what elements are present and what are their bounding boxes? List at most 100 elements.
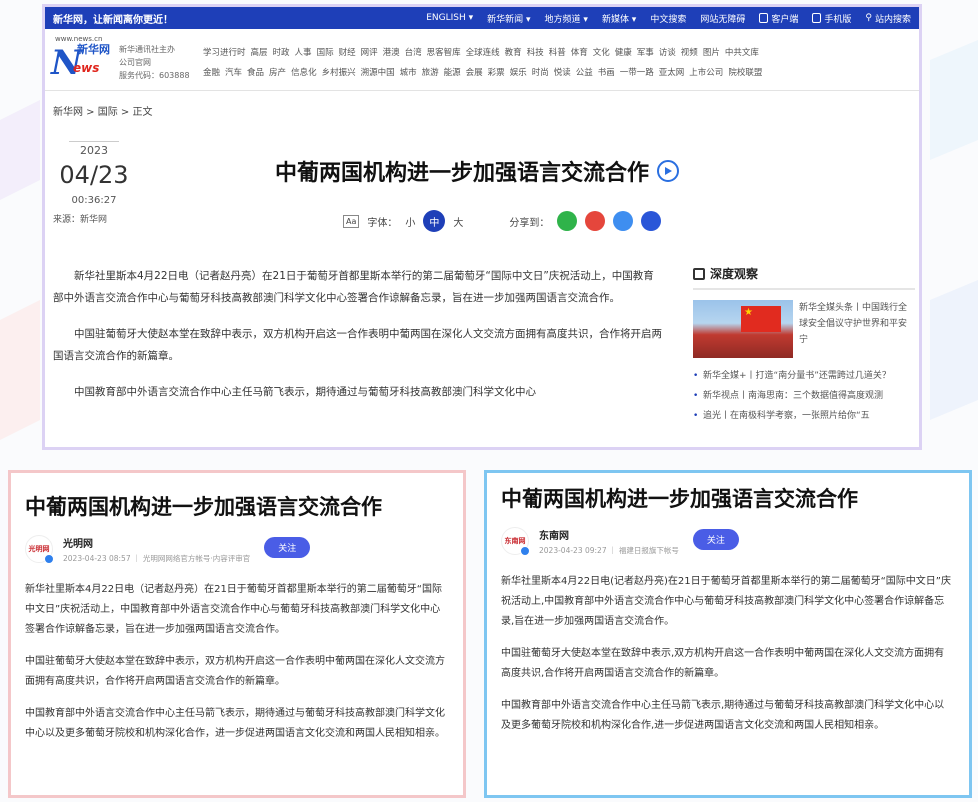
nav-local[interactable]: 地方频道 ▾ — [545, 12, 588, 25]
channel-link[interactable]: 一带一路 — [620, 63, 654, 83]
verified-icon — [520, 546, 530, 556]
channel-link[interactable]: 图片 — [703, 43, 720, 63]
channel-link[interactable]: 军事 — [637, 43, 654, 63]
font-medium-button[interactable]: 中 — [423, 210, 446, 232]
channel-link[interactable]: 上市公司 — [689, 63, 723, 83]
play-audio-icon[interactable] — [657, 160, 680, 182]
publish-date: 2023 04/23 00:36:27 来源：新华网 — [53, 141, 135, 225]
article-body: 新华社里斯本4月22日电（记者赵丹亮）在21日于葡萄牙首都里斯本举行的第二届葡萄… — [11, 564, 463, 744]
channel-link[interactable]: 时政 — [273, 43, 290, 63]
sidebar-link[interactable]: 新华视点丨南海思南：三个数据值得高度观测 — [693, 388, 915, 404]
publish-year: 2023 — [69, 141, 119, 157]
wechat-icon[interactable] — [557, 211, 578, 231]
publish-month-day: 04/23 — [59, 161, 129, 189]
channel-link[interactable]: 人事 — [295, 43, 312, 63]
article-title: 中葡两国机构进一步加强语言交流合作 — [275, 155, 680, 187]
deep-observation-sidebar: 深度观察 新华全媒头条丨中国践行全球安全倡议守护世界和平安宁 新华全媒+丨打造“… — [693, 265, 915, 428]
nav-mobile[interactable]: 手机版 — [812, 12, 851, 25]
channel-link[interactable]: 公益 — [576, 63, 593, 83]
font-large-button[interactable]: 大 — [453, 214, 463, 229]
channel-link[interactable]: 乡村振兴 — [322, 63, 356, 83]
xinhua-logo[interactable]: www.news.cn N 新华网 ews — [51, 35, 113, 85]
channel-link[interactable]: 健康 — [615, 43, 632, 63]
channel-link[interactable]: 文化 — [593, 43, 610, 63]
article-paragraph: 中国教育部中外语言交流合作中心主任马箭飞表示，期待通过与葡萄牙科技高教部澳门科学… — [25, 708, 445, 739]
font-size-label: 字体： — [367, 217, 398, 229]
feature-image — [693, 300, 793, 358]
author-name[interactable]: 东南网 — [539, 527, 679, 542]
channel-link[interactable]: 亚太网 — [659, 63, 685, 83]
channel-link[interactable]: 房产 — [269, 63, 286, 83]
nav-accessibility[interactable]: 网站无障碍 — [700, 12, 745, 25]
nav-new-media[interactable]: 新媒体 ▾ — [602, 12, 636, 25]
nav-chinese-search[interactable]: 中文搜索 — [650, 12, 686, 25]
channel-link[interactable]: 港澳 — [383, 43, 400, 63]
channel-link[interactable]: 国际 — [317, 43, 334, 63]
font-small-button[interactable]: 小 — [405, 214, 415, 229]
channel-nav: 学习进行时 高层 时政 人事 国际 财经 网评 港澳 台湾 思客智库 全球连线 教育 科技 科普 体育 文化健… — [193, 35, 913, 90]
share-label: 分享到： — [509, 217, 550, 229]
channel-link[interactable]: 城市 — [400, 63, 417, 83]
author-meta: 2023-04-23 09:27 ｜ 福建日报旗下帐号 — [539, 546, 679, 555]
top-bar: 新华网，让新闻离你更近！ ENGLISH ▾ 新华新闻 ▾ 地方频道 ▾ 新媒体… — [45, 7, 919, 29]
qzone-icon[interactable] — [641, 211, 662, 231]
channel-link[interactable]: 中共文库 — [725, 43, 759, 63]
channel-link[interactable]: 能源 — [444, 63, 461, 83]
article-title: 中葡两国机构进一步加强语言交流合作 — [25, 495, 382, 519]
weibo-icon[interactable] — [585, 211, 606, 231]
channel-link[interactable]: 会展 — [466, 63, 483, 83]
channel-link[interactable]: 溯源中国 — [361, 63, 395, 83]
site-search-link[interactable]: ⚲ 站内搜索 — [865, 12, 911, 25]
nav-xinhua-news[interactable]: 新华新闻 ▾ — [487, 12, 530, 25]
article-paragraph: 中国教育部中外语言交流合作中心主任马箭飞表示,期待通过与葡萄牙科技高教部澳门科学… — [501, 700, 945, 731]
channel-link[interactable]: 悦读 — [554, 63, 571, 83]
channel-link[interactable]: 科普 — [549, 43, 566, 63]
channel-link[interactable]: 访谈 — [659, 43, 676, 63]
channel-link[interactable]: 彩票 — [488, 63, 505, 83]
channel-link[interactable]: 科技 — [527, 43, 544, 63]
channel-link[interactable]: 旅游 — [422, 63, 439, 83]
sidebar-link[interactable]: 新华全媒+丨打造“南分量书”还需跨过几道关？ — [693, 368, 915, 384]
channel-link[interactable]: 思客智库 — [427, 43, 461, 63]
nav-client-app[interactable]: 客户端 — [759, 12, 798, 25]
sidebar-heading: 深度观察 — [693, 265, 915, 290]
author-meta: 2023-04-23 08:57 ｜ 光明网网络官方帐号·内容评审官 — [63, 554, 251, 563]
channel-link[interactable]: 食品 — [247, 63, 264, 83]
channel-link[interactable]: 台湾 — [405, 43, 422, 63]
channel-link[interactable]: 教育 — [505, 43, 522, 63]
channel-link[interactable]: 财经 — [339, 43, 356, 63]
search-icon: ⚲ — [865, 13, 872, 23]
avatar[interactable]: 东南网 — [501, 527, 530, 556]
author-info: 光明网 2023-04-23 08:57 ｜ 光明网网络官方帐号·内容评审官 — [53, 535, 250, 564]
sidebar-feature[interactable]: 新华全媒头条丨中国践行全球安全倡议守护世界和平安宁 — [693, 300, 915, 358]
follow-button[interactable]: 关注 — [692, 529, 739, 550]
article-title: 中葡两国机构进一步加强语言交流合作 — [501, 487, 858, 511]
article-paragraph: 中国教育部中外语言交流合作中心主任马箭飞表示，期待通过与葡萄牙科技高教部澳门科学… — [74, 386, 536, 398]
article-body: 新华社里斯本4月22日电(记者赵丹亮)在21日于葡萄牙首都里斯本举行的第二届葡萄… — [487, 556, 969, 736]
breadcrumb[interactable]: 新华网 > 国际 > 正文 — [45, 91, 919, 123]
channel-link[interactable]: 网评 — [361, 43, 378, 63]
publish-time: 00:36:27 — [71, 195, 117, 206]
channel-link[interactable]: 高层 — [251, 43, 268, 63]
channel-link[interactable]: 体育 — [571, 43, 588, 63]
avatar[interactable]: 光明网 — [25, 535, 54, 564]
channel-link[interactable]: 书画 — [598, 63, 615, 83]
verified-icon — [44, 554, 54, 564]
link-icon[interactable] — [613, 211, 634, 231]
channel-link[interactable]: 汽车 — [225, 63, 242, 83]
nav-english[interactable]: ENGLISH ▾ — [426, 13, 473, 23]
channel-link[interactable]: 时尚 — [532, 63, 549, 83]
channel-link[interactable]: 信息化 — [291, 63, 317, 83]
channel-nav-row-2: 金融 汽车 食品 房产 信息化 乡村振兴 溯源中国 城市 旅游 能源 会展 彩票 娱乐 时尚 悦读 公益 书画一… — [203, 63, 913, 83]
site-header: www.news.cn N 新华网 ews 新华通讯社主办 公司官网 服务代码：… — [45, 29, 919, 91]
channel-link[interactable]: 院校联盟 — [728, 63, 762, 83]
sidebar-link[interactable]: 追光丨在南极科学考察，一张照片给你“五 — [693, 408, 915, 424]
channel-link[interactable]: 金融 — [203, 63, 220, 83]
channel-link[interactable]: 全球连线 — [466, 43, 500, 63]
author-name[interactable]: 光明网 — [63, 535, 250, 550]
font-size-icon: Aa — [343, 214, 360, 228]
channel-link[interactable]: 视频 — [681, 43, 698, 63]
channel-link[interactable]: 学习进行时 — [203, 43, 246, 63]
follow-button[interactable]: 关注 — [264, 537, 311, 558]
channel-link[interactable]: 娱乐 — [510, 63, 527, 83]
